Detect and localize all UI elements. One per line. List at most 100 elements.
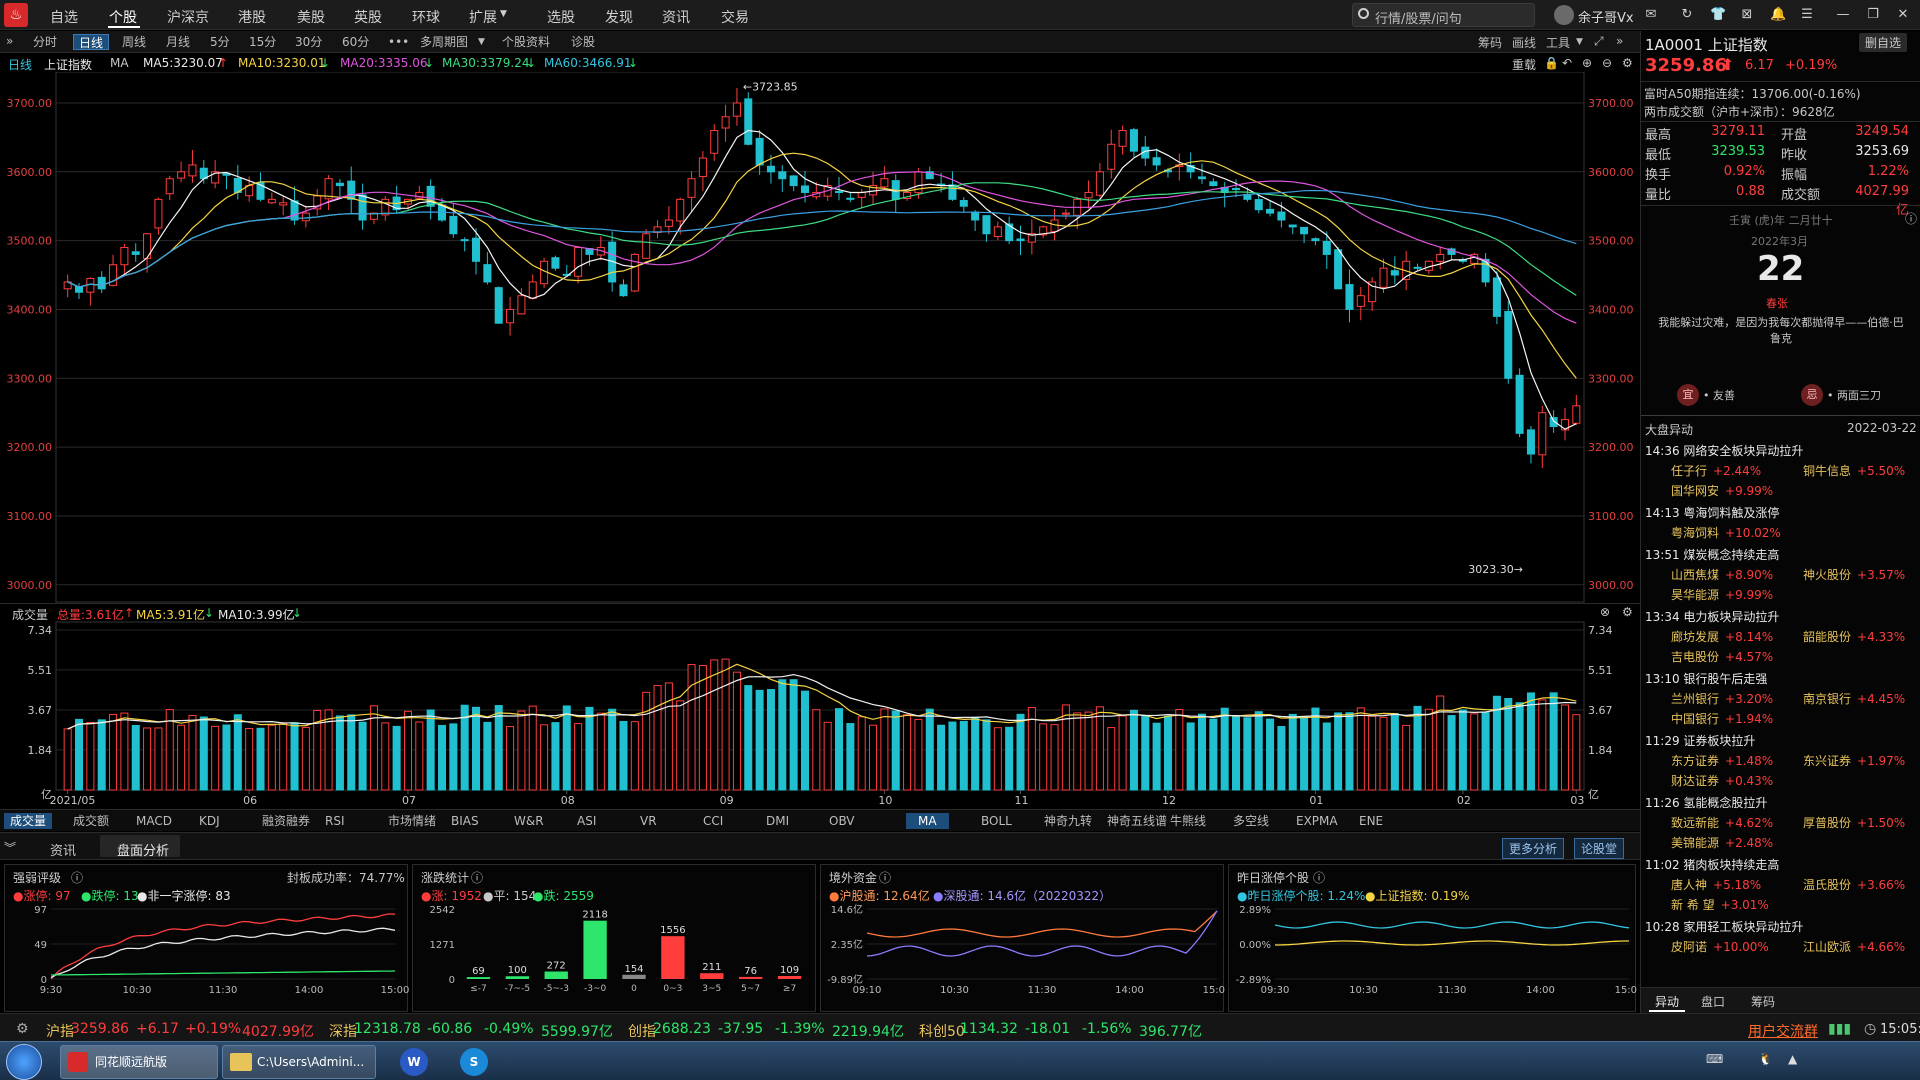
candle-body[interactable] — [1481, 258, 1490, 283]
stock-profile-button[interactable]: 个股资料 — [497, 34, 555, 50]
period-intraday[interactable]: 分时 — [28, 34, 62, 50]
candle-body[interactable] — [460, 239, 469, 242]
mail-icon[interactable]: ⊠ — [1740, 8, 1754, 22]
candle-body[interactable] — [1322, 240, 1331, 255]
status-index-name[interactable]: 科创50 — [919, 1021, 965, 1041]
candle-body[interactable] — [1277, 211, 1286, 221]
news-stock[interactable]: 东方证券 +1.48% — [1671, 752, 1773, 769]
tab-orderbook[interactable]: 盘口 — [1701, 993, 1725, 1010]
status-index-name[interactable]: 创指 — [628, 1021, 656, 1041]
candle-body[interactable] — [1311, 238, 1320, 242]
indicator-tab-ASI[interactable]: ASI — [571, 813, 602, 829]
overlay-tab-EXPMA[interactable]: EXPMA — [1284, 813, 1350, 829]
news-stock[interactable]: 南京银行 +4.45% — [1803, 690, 1905, 707]
candle-body[interactable] — [789, 175, 798, 187]
zoom-in-icon[interactable]: ⊕ — [1582, 56, 1592, 70]
news-stock[interactable]: 昊华能源 +9.99% — [1671, 586, 1773, 603]
candle-body[interactable] — [1107, 143, 1116, 170]
collapse-panel-icon[interactable]: ︾ — [4, 839, 16, 856]
candle-body[interactable] — [1084, 191, 1093, 199]
candle-body[interactable] — [154, 198, 163, 229]
news-stock[interactable]: 财达证券 +0.43% — [1671, 772, 1773, 789]
news-headline[interactable]: 11:29 证券板块拉升 — [1645, 732, 1755, 749]
candle-body[interactable] — [472, 237, 481, 262]
news-stock[interactable]: 厚普股份 +1.50% — [1803, 814, 1905, 831]
zoom-out-icon[interactable]: ⊖ — [1602, 56, 1612, 70]
news-headline[interactable]: 13:10 银行股午后走强 — [1645, 670, 1767, 687]
candle-body[interactable] — [1254, 199, 1263, 211]
close-icon[interactable]: ✕ — [1896, 8, 1910, 22]
indicator-tab-成交额[interactable]: 成交额 — [67, 813, 115, 829]
overlay-tab-牛熊线[interactable]: 牛熊线 — [1158, 813, 1218, 829]
message-icon[interactable]: ✉ — [1644, 8, 1658, 22]
indicator-tab-W&R[interactable]: W&R — [508, 813, 550, 829]
candle-body[interactable] — [676, 198, 685, 222]
candle-body[interactable] — [131, 251, 140, 255]
nav-trade[interactable]: 交易 — [721, 7, 749, 27]
tab-news[interactable]: 资讯 — [50, 840, 76, 859]
nav-stock[interactable]: 个股 — [109, 7, 137, 27]
volume-settings-icon[interactable]: ⚙ — [1622, 605, 1633, 619]
nav-hk[interactable]: 港股 — [238, 7, 266, 27]
candle-body[interactable] — [1526, 429, 1535, 455]
candle-body[interactable] — [1538, 412, 1547, 456]
period-monthly[interactable]: 月线 — [161, 34, 195, 50]
tools-button[interactable]: 工具 — [1546, 34, 1570, 51]
candle-body[interactable] — [1016, 238, 1025, 242]
news-stock[interactable]: 山西焦煤 +8.90% — [1671, 566, 1773, 583]
candle-body[interactable] — [301, 212, 310, 222]
forum-button[interactable]: 论股堂 — [1574, 838, 1625, 859]
settings-icon[interactable]: ⚙ — [16, 1021, 29, 1037]
nav-sh-sz[interactable]: 沪深京 — [167, 7, 209, 27]
candle-body[interactable] — [1209, 181, 1218, 187]
search-input[interactable]: 行情/股票/问句 — [1352, 3, 1535, 27]
candle-body[interactable] — [1152, 157, 1161, 166]
candle-body[interactable] — [1379, 267, 1388, 288]
calendar-info-icon[interactable]: ⓘ — [1905, 210, 1917, 227]
candle-body[interactable] — [1492, 277, 1501, 317]
candle-body[interactable] — [1504, 311, 1513, 379]
candle-body[interactable] — [335, 182, 344, 187]
chips-button[interactable]: 筹码 — [1478, 34, 1502, 51]
candle-body[interactable] — [517, 295, 526, 315]
info-icon[interactable]: ⓘ — [1313, 869, 1325, 886]
overlay-tab-MA[interactable]: MA — [906, 813, 949, 829]
news-headline[interactable]: 14:13 粤海饲料触及涨停 — [1645, 504, 1779, 521]
qq-icon[interactable]: 🐧 — [1758, 1052, 1773, 1066]
restore-icon[interactable]: ❐ — [1866, 8, 1880, 22]
nav-screener[interactable]: 选股 — [547, 7, 575, 27]
candle-body[interactable] — [1413, 266, 1422, 269]
candle-body[interactable] — [1232, 188, 1241, 191]
candle-body[interactable] — [744, 98, 753, 145]
candle-body[interactable] — [1197, 176, 1207, 180]
indicator-tab-OBV[interactable]: OBV — [823, 813, 861, 829]
wps-icon[interactable]: W — [400, 1048, 428, 1076]
news-stock[interactable]: 美锦能源 +2.48% — [1671, 834, 1773, 851]
candle-body[interactable] — [177, 171, 186, 179]
indicator-tab-CCI[interactable]: CCI — [697, 813, 729, 829]
candle-body[interactable] — [642, 233, 651, 259]
news-stock[interactable]: 唐人神 +5.18% — [1671, 876, 1761, 893]
candle-body[interactable] — [97, 276, 106, 290]
tab-abnormal[interactable]: 异动 — [1649, 993, 1686, 1012]
nav-us[interactable]: 美股 — [297, 7, 325, 27]
candle-body[interactable] — [551, 257, 560, 269]
news-stock[interactable]: 致远新能 +4.62% — [1671, 814, 1773, 831]
candle-body[interactable] — [574, 247, 583, 277]
candle-body[interactable] — [1300, 226, 1309, 235]
close-volume-icon[interactable]: ⊗ — [1600, 605, 1610, 619]
news-headline[interactable]: 13:51 煤炭概念持续走高 — [1645, 546, 1779, 563]
overlay-tab-ENE[interactable]: ENE — [1347, 813, 1395, 829]
news-stock[interactable]: 任子行 +2.44% — [1671, 462, 1761, 479]
info-icon[interactable]: ⓘ — [71, 869, 83, 886]
nav-discover[interactable]: 发现 — [605, 7, 633, 27]
undo-icon[interactable]: ↶ — [1562, 56, 1572, 70]
candle-body[interactable] — [1095, 171, 1104, 196]
news-stock[interactable]: 廊坊发展 +8.14% — [1671, 628, 1773, 645]
kline-chart[interactable]: 3700.00 3600.00 3500.00 3400.00 3300.00 3200.… — [0, 72, 1640, 808]
ma-label[interactable]: MA — [110, 56, 129, 70]
nav-uk[interactable]: 英股 — [354, 7, 382, 27]
candle-body[interactable] — [1334, 249, 1343, 290]
candle-body[interactable] — [846, 197, 855, 200]
indicator-tab-DMI[interactable]: DMI — [760, 813, 795, 829]
